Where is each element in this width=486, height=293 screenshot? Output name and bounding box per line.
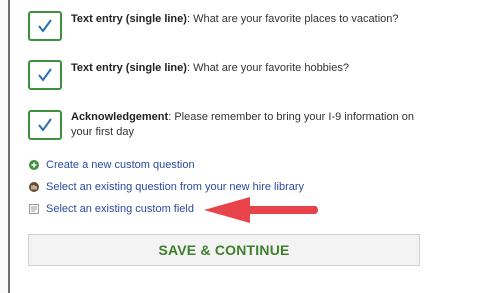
- select-library-question-label: Select an existing question from your ne…: [46, 181, 305, 193]
- create-custom-question-label: Create a new custom question: [46, 159, 195, 171]
- question-item: Text entry (single line): What are your …: [28, 11, 468, 43]
- checkmark-icon: [38, 118, 52, 132]
- question-type: Acknowledgement: [71, 111, 169, 123]
- select-custom-field-link[interactable]: Select an existing custom field: [29, 203, 194, 215]
- checkmark-icon: [38, 19, 52, 33]
- question-type: Text entry (single line): [71, 62, 187, 74]
- create-custom-question-link[interactable]: Create a new custom question: [29, 159, 195, 171]
- save-and-continue-button[interactable]: SAVE & CONTINUE: [28, 234, 420, 266]
- checkmark-icon: [38, 68, 52, 82]
- left-panel-border: [0, 0, 10, 293]
- question-text: Text entry (single line): What are your …: [71, 61, 451, 76]
- question-checkbox[interactable]: [28, 110, 62, 140]
- question-type: Text entry (single line): [71, 13, 187, 25]
- question-checkbox[interactable]: [28, 60, 62, 90]
- select-custom-field-label: Select an existing custom field: [46, 203, 194, 215]
- red-arrow-icon: [204, 197, 318, 223]
- custom-field-icon: [29, 204, 39, 214]
- plus-circle-icon: [29, 160, 39, 170]
- question-text: Text entry (single line): What are your …: [71, 12, 451, 27]
- question-prompt: What are your favorite places to vacatio…: [193, 13, 399, 25]
- question-checkbox[interactable]: [28, 11, 62, 41]
- library-icon: [29, 182, 39, 192]
- question-item: Acknowledgement: Please remember to brin…: [28, 109, 468, 145]
- question-text: Acknowledgement: Please remember to brin…: [71, 110, 431, 140]
- select-library-question-link[interactable]: Select an existing question from your ne…: [29, 181, 304, 193]
- question-prompt: What are your favorite hobbies?: [193, 62, 349, 74]
- question-item: Text entry (single line): What are your …: [28, 60, 468, 92]
